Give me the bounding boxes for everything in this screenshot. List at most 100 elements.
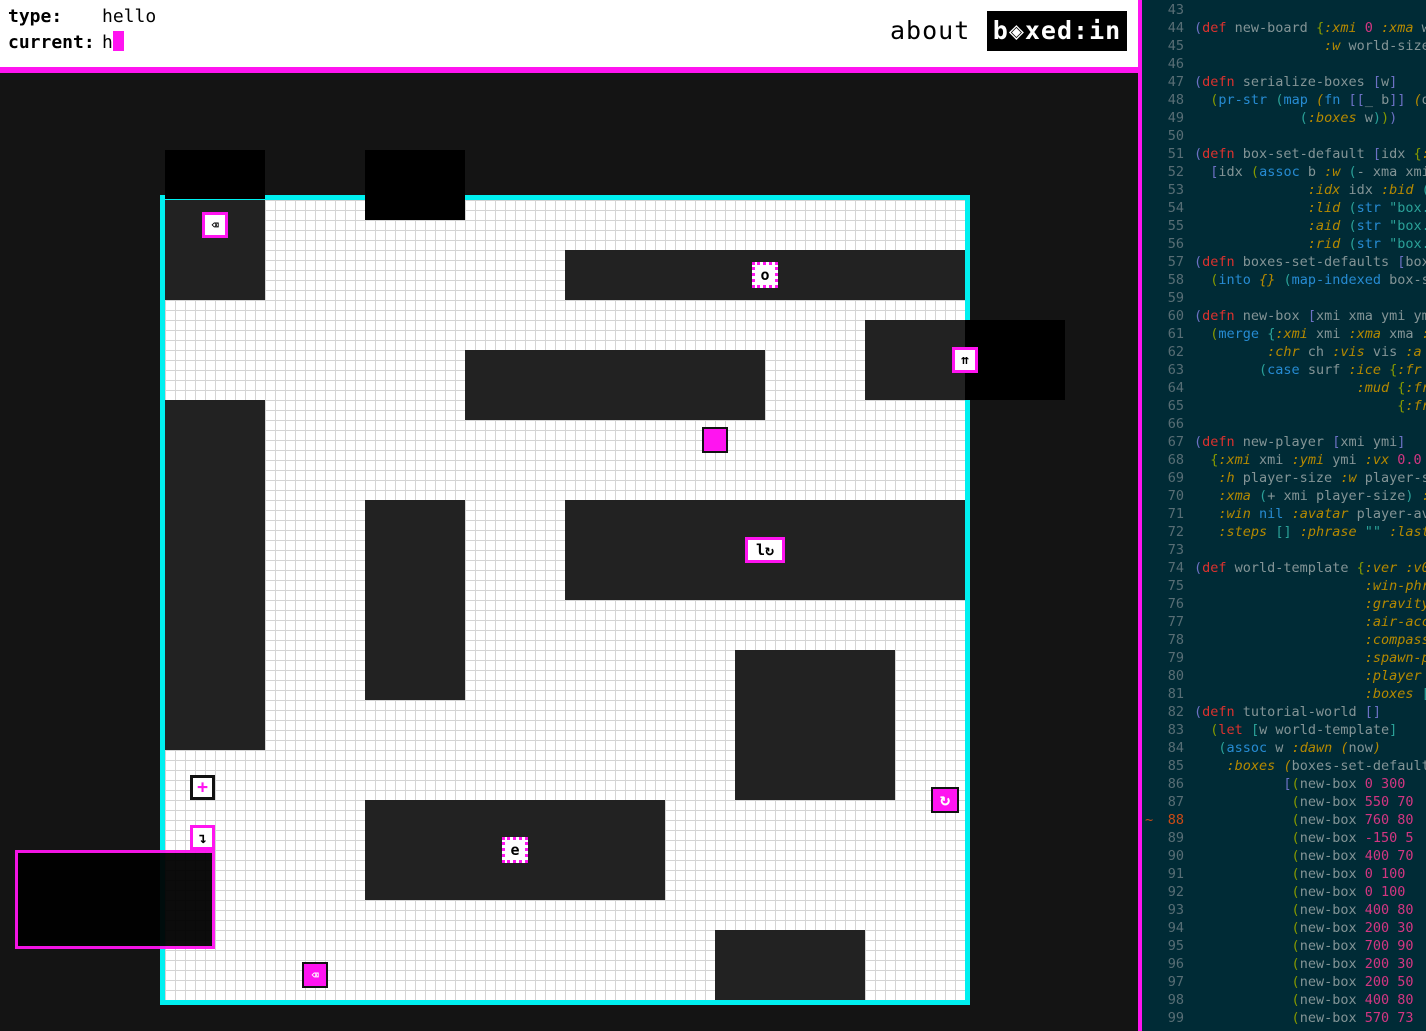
code-line[interactable]: 66	[1142, 415, 1426, 433]
code-line[interactable]: 43	[1142, 1, 1426, 19]
code-line[interactable]: 52 [idx (assoc b :w (- xma xmi	[1142, 163, 1426, 181]
line-number: 46	[1167, 56, 1184, 72]
code-text: :xma (+ xmi player-size) :	[1218, 488, 1426, 504]
code-line[interactable]: 63 (case surf :ice {:fr	[1142, 361, 1426, 379]
letter-tile-e[interactable]: e	[502, 837, 528, 863]
code-text: (new-box 400 80	[1291, 902, 1414, 918]
code-line[interactable]: 73	[1142, 541, 1426, 559]
code-line[interactable]: 67 (defn new-player [xmi ymi]	[1142, 433, 1426, 451]
code-line[interactable]: 84 (assoc w :dawn (now)	[1142, 739, 1426, 757]
logo[interactable]: b◈xed:in	[987, 11, 1127, 51]
letter-rotate-tile-l[interactable]: l↻	[745, 537, 785, 563]
code-line[interactable]: 83 (let [w world-template]	[1142, 721, 1426, 739]
code-line[interactable]: 55 :aid (str "box.	[1142, 217, 1426, 235]
code-line[interactable]: 81 :boxes [	[1142, 685, 1426, 703]
code-line[interactable]: 95 (new-box 700 90	[1142, 937, 1426, 955]
code-text: (new-box 700 90	[1291, 938, 1414, 954]
code-line[interactable]: 87 (new-box 550 70	[1142, 793, 1426, 811]
backspace-icon-tile[interactable]: ⌫	[202, 212, 228, 238]
code-line[interactable]: 89 (new-box -150 5	[1142, 829, 1426, 847]
code-text: (defn boxes-set-defaults [box	[1194, 254, 1426, 270]
line-number: 78	[1167, 632, 1184, 648]
code-line[interactable]: 79 :spawn-p	[1142, 649, 1426, 667]
down-arrow-icon-tile[interactable]: ↴	[190, 825, 215, 850]
minimap[interactable]	[15, 850, 215, 949]
line-number: 59	[1167, 290, 1184, 306]
arrows-up-icon-tile[interactable]: ⇈	[952, 347, 978, 373]
code-line[interactable]: 57 (defn boxes-set-defaults [box	[1142, 253, 1426, 271]
code-text: (new-box 200 30	[1291, 920, 1414, 936]
code-line[interactable]: 70 :xma (+ xmi player-size) :	[1142, 487, 1426, 505]
code-line[interactable]: 93 (new-box 400 80	[1142, 901, 1426, 919]
line-number: 45	[1167, 38, 1184, 54]
code-line[interactable]: 97 (new-box 200 50	[1142, 973, 1426, 991]
player-avatar[interactable]	[702, 427, 728, 453]
code-line[interactable]: 48 (pr-str (map (fn [[_ b]] (d	[1142, 91, 1426, 109]
code-line[interactable]: 47 (defn serialize-boxes [w]	[1142, 73, 1426, 91]
code-line[interactable]: 80 :player	[1142, 667, 1426, 685]
code-line[interactable]: 50	[1142, 127, 1426, 145]
code-line[interactable]: 99 (new-box 570 73	[1142, 1009, 1426, 1027]
code-line[interactable]: 96 (new-box 200 30	[1142, 955, 1426, 973]
code-line[interactable]: 49 (:boxes w)))	[1142, 109, 1426, 127]
code-line[interactable]: ~88 (new-box 760 80	[1142, 811, 1426, 829]
line-number: 49	[1167, 110, 1184, 126]
code-line[interactable]: 61 (merge {:xmi xmi :xma xma :	[1142, 325, 1426, 343]
letter-tile-o[interactable]: o	[752, 262, 778, 288]
code-line[interactable]: 90 (new-box 400 70	[1142, 847, 1426, 865]
line-number: 95	[1167, 938, 1184, 954]
code-line[interactable]: 58 (into {} (map-indexed box-s	[1142, 271, 1426, 289]
game-stage[interactable]: ⌫ o ⇈ l↻ ↻ + ↴ e ⌫	[0, 73, 1138, 1031]
code-line[interactable]: 44 (def new-board {:xmi 0 :xma w	[1142, 19, 1426, 37]
code-line[interactable]: 68 {:xmi xmi :ymi ymi :vx 0.0	[1142, 451, 1426, 469]
code-line[interactable]: 69 :h player-size :w player-s	[1142, 469, 1426, 487]
code-text: (new-box 570 73	[1291, 1010, 1414, 1026]
line-number: 50	[1167, 128, 1184, 144]
code-line[interactable]: 98 (new-box 400 80	[1142, 991, 1426, 1009]
code-text: (new-box 760 80	[1291, 812, 1414, 828]
code-line[interactable]: 51 (defn box-set-default [idx {:	[1142, 145, 1426, 163]
code-line[interactable]: 91 (new-box 0 100	[1142, 865, 1426, 883]
line-number: 84	[1167, 740, 1184, 756]
line-number: 56	[1167, 236, 1184, 252]
code-line[interactable]: 64 :mud {:fr	[1142, 379, 1426, 397]
code-line[interactable]: 71 :win nil :avatar player-av	[1142, 505, 1426, 523]
code-line[interactable]: 86 [(new-box 0 300	[1142, 775, 1426, 793]
code-line[interactable]: 60 (defn new-box [xmi xma ymi ym	[1142, 307, 1426, 325]
backspace-filled-tile[interactable]: ⌫	[302, 962, 328, 988]
code-line[interactable]: 65 {:fr	[1142, 397, 1426, 415]
code-text: (new-box 0 100	[1291, 884, 1406, 900]
wall-block	[365, 500, 465, 700]
game-board[interactable]	[160, 195, 970, 1005]
code-line[interactable]: 62 :chr ch :vis vis :a	[1142, 343, 1426, 361]
code-line[interactable]: 59	[1142, 289, 1426, 307]
code-line[interactable]: 77 :air-acc	[1142, 613, 1426, 631]
target-word: hello	[102, 6, 157, 27]
line-number: 69	[1167, 470, 1184, 486]
code-line[interactable]: 82 (defn tutorial-world []	[1142, 703, 1426, 721]
code-line[interactable]: 85 :boxes (boxes-set-default	[1142, 757, 1426, 775]
plus-icon-tile[interactable]: +	[190, 775, 215, 800]
code-editor[interactable]: 43 44 (def new-board {:xmi 0 :xma w 45 :w w…	[1142, 0, 1426, 1031]
code-line[interactable]: 92 (new-box 0 100	[1142, 883, 1426, 901]
code-text: :h player-size :w player-s	[1218, 470, 1426, 486]
code-line[interactable]: 54 :lid (str "box.	[1142, 199, 1426, 217]
code-line[interactable]: 56 :rid (str "box.	[1142, 235, 1426, 253]
code-line[interactable]: 76 :gravity	[1142, 595, 1426, 613]
code-line[interactable]: 53 :idx idx :bid (	[1142, 181, 1426, 199]
line-number: 80	[1167, 668, 1184, 684]
line-number: 64	[1167, 380, 1184, 396]
code-text: (new-box -150 5	[1291, 830, 1414, 846]
code-line[interactable]: 72 :steps [] :phrase "" :last	[1142, 523, 1426, 541]
code-text: :steps [] :phrase "" :last	[1218, 524, 1426, 540]
code-line[interactable]: 46	[1142, 55, 1426, 73]
code-text: (defn tutorial-world []	[1194, 704, 1381, 720]
code-line[interactable]: 78 :compass	[1142, 631, 1426, 649]
code-line[interactable]: 45 :w world-size	[1142, 37, 1426, 55]
rotate-icon-tile[interactable]: ↻	[931, 787, 959, 813]
code-line[interactable]: 94 (new-box 200 30	[1142, 919, 1426, 937]
line-number: 97	[1167, 974, 1184, 990]
code-line[interactable]: 75 :win-phr	[1142, 577, 1426, 595]
about-link[interactable]: about	[890, 16, 970, 45]
code-line[interactable]: 74 (def world-template {:ver :v0	[1142, 559, 1426, 577]
